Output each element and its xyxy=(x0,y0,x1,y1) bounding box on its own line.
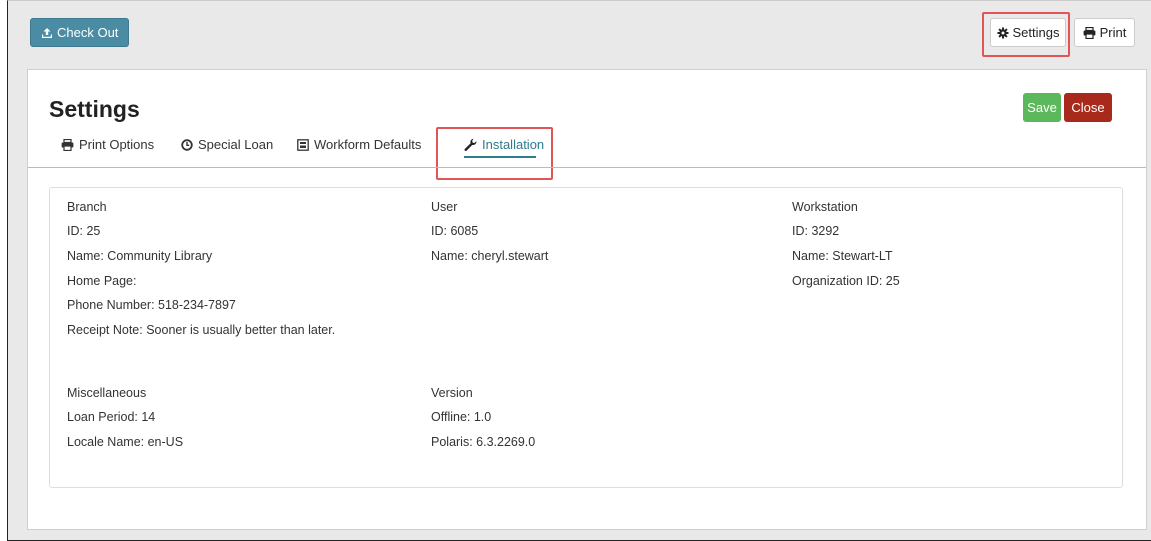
clock-icon xyxy=(181,138,193,151)
tab-print-options[interactable]: Print Options xyxy=(61,137,154,152)
tab-workform-defaults[interactable]: Workform Defaults xyxy=(297,137,421,152)
loan-period: Loan Period: 14 xyxy=(67,410,156,424)
branch-id: ID: 25 xyxy=(67,224,101,238)
branch-section: Branch ID: 25 Name: Community Library Ho… xyxy=(67,200,397,360)
section-heading: User xyxy=(431,200,458,214)
branch-phone: Phone Number: 518-234-7897 xyxy=(67,298,236,312)
version-section: Version Offline: 1.0 Polaris: 6.3.2269.0 xyxy=(431,386,731,466)
printer-icon xyxy=(61,138,74,151)
active-tab-indicator xyxy=(464,156,536,158)
locale-name: Locale Name: en-US xyxy=(67,435,184,449)
version-polaris: Polaris: 6.3.2269.0 xyxy=(431,435,536,449)
tab-label: Workform Defaults xyxy=(314,137,422,152)
settings-label: Settings xyxy=(1012,25,1060,40)
user-name: Name: cheryl.stewart xyxy=(431,249,549,263)
section-heading: Branch xyxy=(67,200,107,214)
version-offline: Offline: 1.0 xyxy=(431,410,492,424)
print-label: Print xyxy=(1099,25,1127,40)
tab-installation[interactable]: Installation xyxy=(464,137,544,152)
tab-label: Print Options xyxy=(79,137,155,152)
settings-panel: Settings Save Close Print Options Specia… xyxy=(27,69,1147,530)
branch-home-page: Home Page: xyxy=(67,274,137,288)
wrench-icon xyxy=(464,138,477,151)
workstation-name: Name: Stewart-LT xyxy=(792,249,893,263)
workstation-id: ID: 3292 xyxy=(792,224,840,238)
installation-highlight-box xyxy=(436,127,553,180)
printer-icon xyxy=(1083,26,1096,39)
branch-receipt-note: Receipt Note: Sooner is usually better t… xyxy=(67,323,336,337)
user-section: User ID: 6085 Name: cheryl.stewart xyxy=(431,200,731,280)
workstation-section: Workstation ID: 3292 Name: Stewart-LT Or… xyxy=(792,200,1092,300)
section-heading: Workstation xyxy=(792,200,858,214)
tab-special-loan[interactable]: Special Loan xyxy=(181,137,273,152)
print-button[interactable]: Print xyxy=(1074,18,1135,47)
miscellaneous-section: Miscellaneous Loan Period: 14 Locale Nam… xyxy=(67,386,367,466)
check-out-button[interactable]: Check Out xyxy=(30,18,130,47)
gear-icon xyxy=(997,27,1009,39)
page-title: Settings xyxy=(49,96,140,122)
section-heading: Version xyxy=(431,386,473,400)
upload-icon xyxy=(41,27,53,39)
form-icon xyxy=(297,138,309,151)
user-id: ID: 6085 xyxy=(431,224,479,238)
tab-label: Installation xyxy=(482,137,545,152)
close-button[interactable]: Close xyxy=(1064,93,1112,122)
workstation-org-id: Organization ID: 25 xyxy=(792,274,900,288)
save-button[interactable]: Save xyxy=(1023,93,1061,122)
branch-name: Name: Community Library xyxy=(67,249,213,263)
section-heading: Miscellaneous xyxy=(67,386,147,400)
check-out-label: Check Out xyxy=(57,25,119,40)
app-frame: Check Out Settings Print Settings Save C… xyxy=(7,0,1151,541)
tab-label: Special Loan xyxy=(198,137,274,152)
tabs-divider xyxy=(28,167,1146,168)
settings-button[interactable]: Settings xyxy=(990,18,1066,47)
installation-info-card: Branch ID: 25 Name: Community Library Ho… xyxy=(49,187,1123,488)
